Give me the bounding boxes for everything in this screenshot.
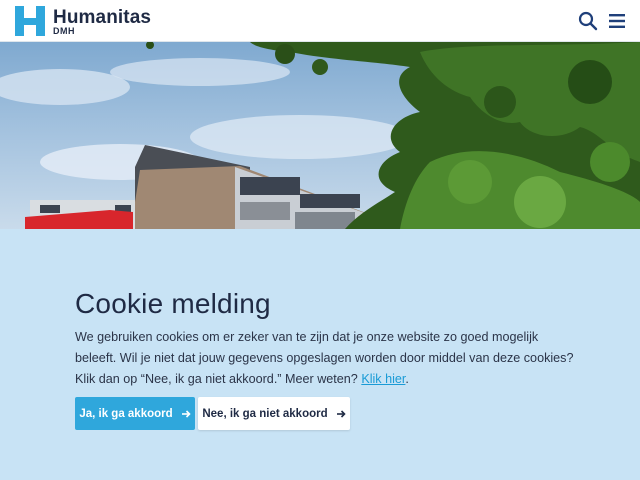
apartment-building-photo [0, 42, 640, 229]
site-header: Humanitas DMH [0, 0, 640, 42]
accept-label: Ja, ik ga akkoord [79, 407, 173, 420]
more-info-link[interactable]: Klik hier [361, 372, 405, 386]
logo-subtitle: DMH [53, 26, 75, 36]
logo-h-icon [15, 6, 45, 36]
arrow-right-icon [336, 409, 346, 418]
humanitas-logo[interactable]: Humanitas DMH [15, 6, 163, 36]
cookie-banner: Cookie melding We gebruiken cookies om e… [0, 229, 640, 480]
cookie-title: Cookie melding [75, 288, 271, 319]
cookie-body-text: We gebruiken cookies om er zeker van te … [75, 330, 574, 386]
logo-wordmark: Humanitas DMH [53, 6, 163, 36]
hamburger-menu-icon [609, 14, 625, 28]
cookie-body-suffix: . [405, 372, 409, 386]
decline-cookies-button[interactable]: Nee, ik ga niet akkoord [198, 397, 350, 430]
accept-cookies-button[interactable]: Ja, ik ga akkoord [75, 397, 195, 430]
arrow-right-icon [181, 409, 191, 418]
search-button[interactable] [577, 10, 599, 32]
cookie-message: We gebruiken cookies om er zeker van te … [75, 327, 575, 390]
decline-label: Nee, ik ga niet akkoord [202, 407, 328, 420]
hero-image [0, 42, 640, 229]
menu-button[interactable] [607, 10, 629, 32]
search-icon [578, 11, 598, 31]
